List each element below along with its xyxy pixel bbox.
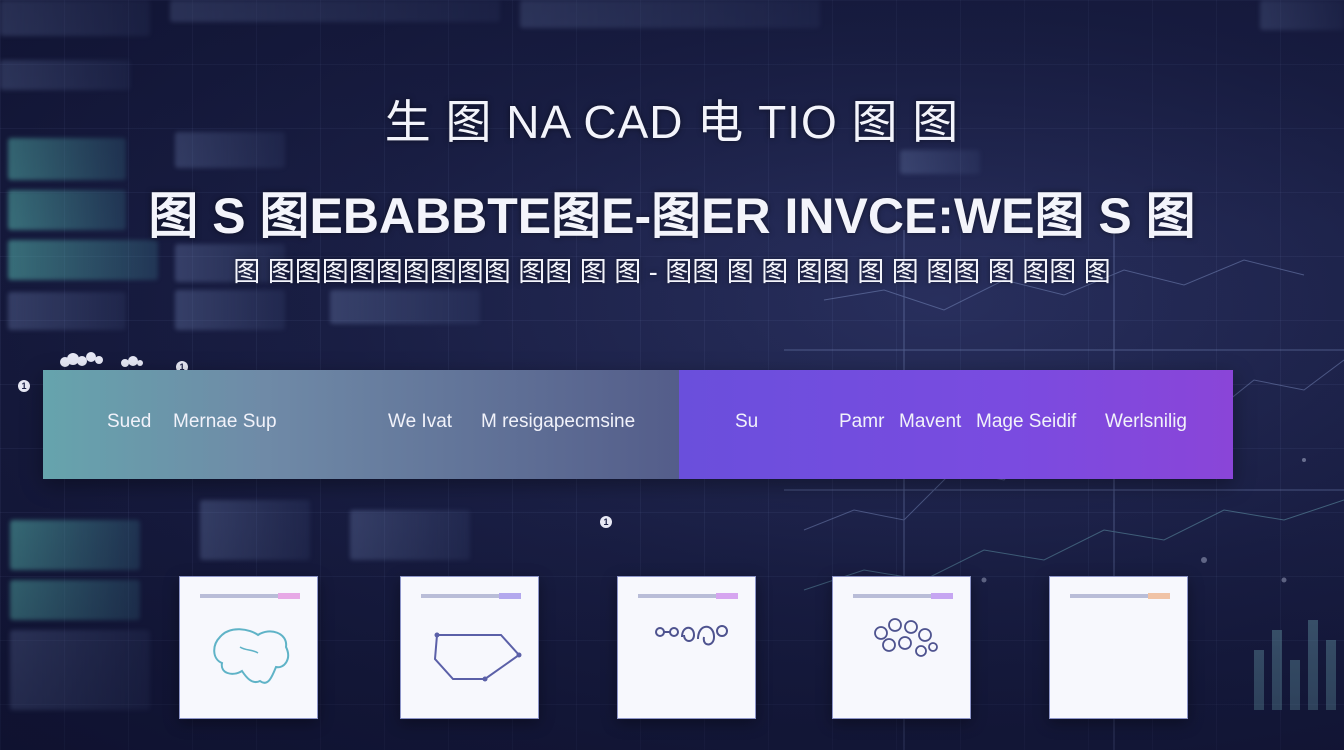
banner-item[interactable]: Mavent xyxy=(899,411,961,433)
card-title-bar xyxy=(853,593,953,599)
banner-item[interactable]: Mage Seidif xyxy=(976,411,1076,433)
headline-line-2: 图 S 图EBABBTE图E-图ER INVCE:WE图 S 图 xyxy=(148,188,1196,244)
card-title-bar xyxy=(421,593,521,599)
map-icon xyxy=(213,628,290,684)
marker-icon: 1 xyxy=(600,516,612,528)
banner-left-section: Sued Mernae Sup We Ivat M resigapecmsine xyxy=(43,370,679,479)
banner-item[interactable]: Sued xyxy=(107,411,151,433)
marker-icon: 1 xyxy=(18,380,30,392)
banner-item[interactable]: Su xyxy=(735,411,758,433)
network-icon xyxy=(655,625,728,646)
banner-right-section: Su Pamr Mavent Mage Seidif Werlsnilig xyxy=(679,370,1233,479)
headline-line-1: 生 图 NA CAD 电 TIO 图 图 xyxy=(384,96,960,148)
shape-icon xyxy=(433,632,522,682)
feature-banner: Sued Mernae Sup We Ivat M resigapecmsine… xyxy=(43,370,1233,479)
card-title-bar xyxy=(1070,593,1170,599)
people-icon xyxy=(874,618,938,657)
cloud-icon xyxy=(60,352,143,367)
feature-card[interactable] xyxy=(179,576,318,719)
feature-card[interactable] xyxy=(832,576,971,719)
banner-item[interactable]: Werlsnilig xyxy=(1105,411,1187,433)
banner-item[interactable]: Pamr xyxy=(839,411,884,433)
feature-card[interactable] xyxy=(1049,576,1188,719)
feature-card[interactable] xyxy=(617,576,756,719)
banner-item[interactable]: M resigapecmsine xyxy=(481,411,635,433)
card-title-bar xyxy=(638,593,738,599)
card-title-bar xyxy=(200,593,300,599)
feature-card[interactable] xyxy=(400,576,539,719)
banner-item[interactable]: We Ivat xyxy=(388,411,452,433)
banner-item[interactable]: Mernae Sup xyxy=(173,411,277,433)
headline-line-3: 图 图图图图图图图图图 图图 图 图 - 图图 图 图 图图 图 图 图图 图 … xyxy=(233,257,1111,287)
hero-scene: 生 图 NA CAD 电 TIO 图 图 图 S 图EBABBTE图E-图ER … xyxy=(0,0,1344,750)
